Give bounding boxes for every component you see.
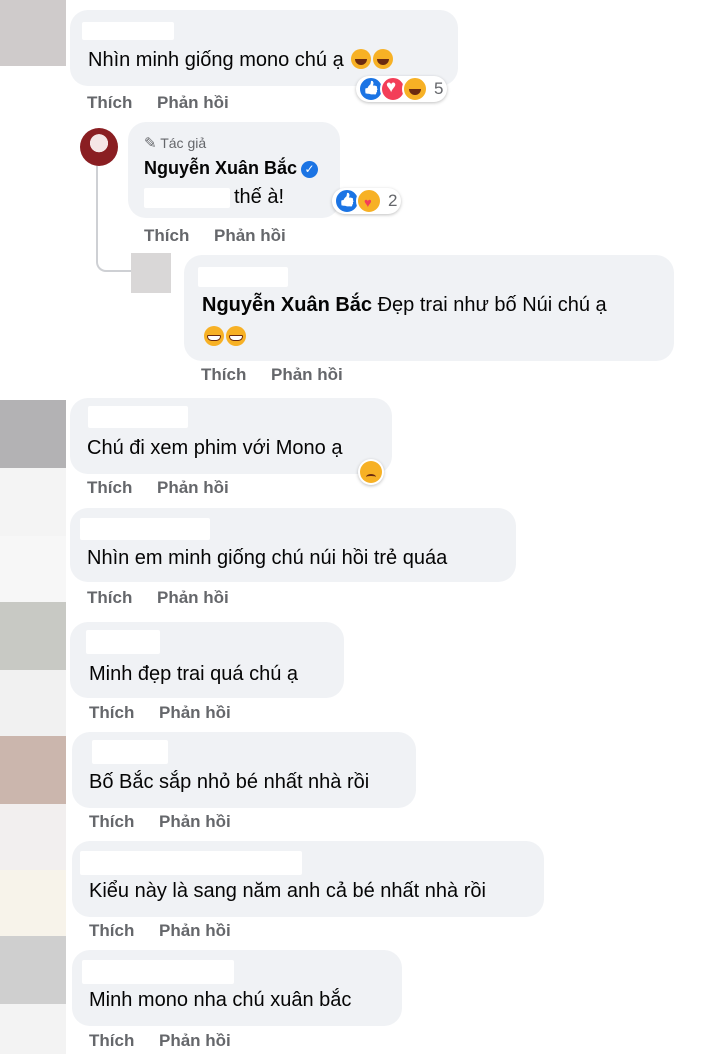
reply-button[interactable]: Phản hồi — [214, 226, 286, 246]
pencil-icon: ✎ — [144, 135, 157, 152]
like-button[interactable]: Thích — [144, 226, 189, 245]
mention-tag[interactable]: Nguyễn Xuân Bắc — [202, 294, 372, 316]
comment-text: Minh đẹp trai quá chú ạ — [89, 663, 299, 685]
redacted-name — [86, 630, 160, 654]
sad-face — [360, 461, 382, 483]
like-button[interactable]: Thích — [89, 921, 134, 940]
avatar — [0, 936, 66, 1004]
reply-bubble: Nguyễn Xuân Bắc Đẹp trai như bố Núi chú … — [184, 255, 674, 361]
like-button[interactable]: Thích — [87, 588, 132, 607]
haha-icon — [402, 76, 428, 102]
like-button[interactable]: Thích — [87, 478, 132, 497]
comment-actions: Thích Phản hồi — [89, 921, 231, 941]
comment-bubble: Minh mono nha chú xuân bắc — [72, 950, 402, 1026]
sad-icon[interactable] — [358, 459, 384, 485]
comment-bubble: Chú đi xem phim với Mono ạ — [70, 398, 392, 474]
comment-bubble: Bố Bắc sắp nhỏ bé nhất nhà rồi — [72, 732, 416, 808]
avatar — [0, 804, 66, 870]
comment-actions: Thích Phản hồi — [144, 226, 286, 246]
laugh-emoji-icon — [351, 49, 372, 69]
comment-actions: Thích Phản hồi — [89, 812, 231, 832]
emoji-line — [202, 325, 246, 349]
redacted-name — [88, 406, 188, 428]
author-comment-bubble: ✎ Tác giả Nguyễn Xuân Bắc ✓ thế à! — [128, 122, 340, 218]
like-button[interactable]: Thích — [89, 1031, 134, 1050]
reply-button[interactable]: Phản hồi — [159, 703, 231, 723]
avatar — [80, 128, 118, 166]
comment-text: Nguyễn Xuân Bắc Đẹp trai như bố Núi chú … — [202, 294, 607, 316]
comment-actions: Thích Phản hồi — [201, 365, 343, 385]
comment-bubble: Kiểu này là sang năm anh cả bé nhất nhà … — [72, 841, 544, 917]
author-badge: ✎ Tác giả — [144, 135, 207, 152]
reply-button[interactable]: Phản hồi — [159, 812, 231, 832]
avatar — [0, 0, 66, 66]
reply-button[interactable]: Phản hồi — [271, 365, 343, 385]
avatar — [0, 670, 66, 736]
redacted-name — [198, 267, 288, 287]
comment-text: thế à! — [234, 186, 285, 208]
avatar — [0, 736, 66, 804]
reply-button[interactable]: Phản hồi — [159, 921, 231, 941]
comment-actions: Thích Phản hồi — [89, 1031, 231, 1051]
avatar — [131, 253, 171, 293]
reaction-count: 5 — [434, 79, 444, 98]
reaction-count: 2 — [388, 191, 398, 210]
reply-button[interactable]: Phản hồi — [159, 1031, 231, 1051]
author-name[interactable]: Nguyễn Xuân Bắc ✓ — [144, 158, 319, 179]
redacted-name — [82, 22, 174, 40]
comment-text: Kiểu này là sang năm anh cả bé nhất nhà … — [89, 880, 486, 902]
comment-text: Nhìn em minh giống chú núi hồi trẻ quáa — [87, 547, 448, 569]
care-icon — [356, 188, 382, 214]
comment-bubble: Nhìn em minh giống chú núi hồi trẻ quáa — [70, 508, 516, 582]
avatar — [0, 536, 66, 602]
avatar — [0, 468, 66, 536]
avatar — [0, 400, 66, 468]
reaction-summary[interactable]: 2 — [332, 188, 402, 214]
comment-actions: Thích Phản hồi — [89, 703, 231, 723]
reply-button[interactable]: Phản hồi — [157, 93, 229, 113]
comment-bubble: Minh đẹp trai quá chú ạ — [70, 622, 344, 698]
like-button[interactable]: Thích — [89, 812, 134, 831]
avatar — [0, 1004, 66, 1054]
comment-actions: Thích Phản hồi — [87, 478, 229, 498]
redacted-mention — [144, 188, 230, 208]
laugh-emoji-icon — [373, 49, 394, 69]
avatar — [0, 602, 66, 670]
comment-text: Nhìn minh giống mono chú ạ — [88, 48, 394, 72]
redacted-name — [92, 740, 168, 764]
verified-icon: ✓ — [301, 161, 319, 178]
grin-emoji-icon — [226, 326, 246, 346]
comment-actions: Thích Phản hồi — [87, 588, 229, 608]
redacted-name — [82, 960, 234, 984]
reply-button[interactable]: Phản hồi — [157, 478, 229, 498]
redacted-name — [80, 518, 210, 540]
like-button[interactable]: Thích — [201, 365, 246, 384]
comment-text: Minh mono nha chú xuân bắc — [89, 989, 352, 1011]
comment-text: Chú đi xem phim với Mono ạ — [87, 437, 343, 459]
redacted-name — [80, 851, 302, 875]
grin-emoji-icon — [204, 326, 224, 346]
like-button[interactable]: Thích — [87, 93, 132, 112]
comment-text: Bố Bắc sắp nhỏ bé nhất nhà rồi — [89, 771, 370, 793]
reply-button[interactable]: Phản hồi — [157, 588, 229, 608]
reaction-summary[interactable]: 5 — [356, 76, 448, 102]
avatar — [0, 870, 66, 936]
comment-actions: Thích Phản hồi — [87, 93, 229, 113]
like-button[interactable]: Thích — [89, 703, 134, 722]
comment-bubble: Nhìn minh giống mono chú ạ — [70, 10, 458, 86]
